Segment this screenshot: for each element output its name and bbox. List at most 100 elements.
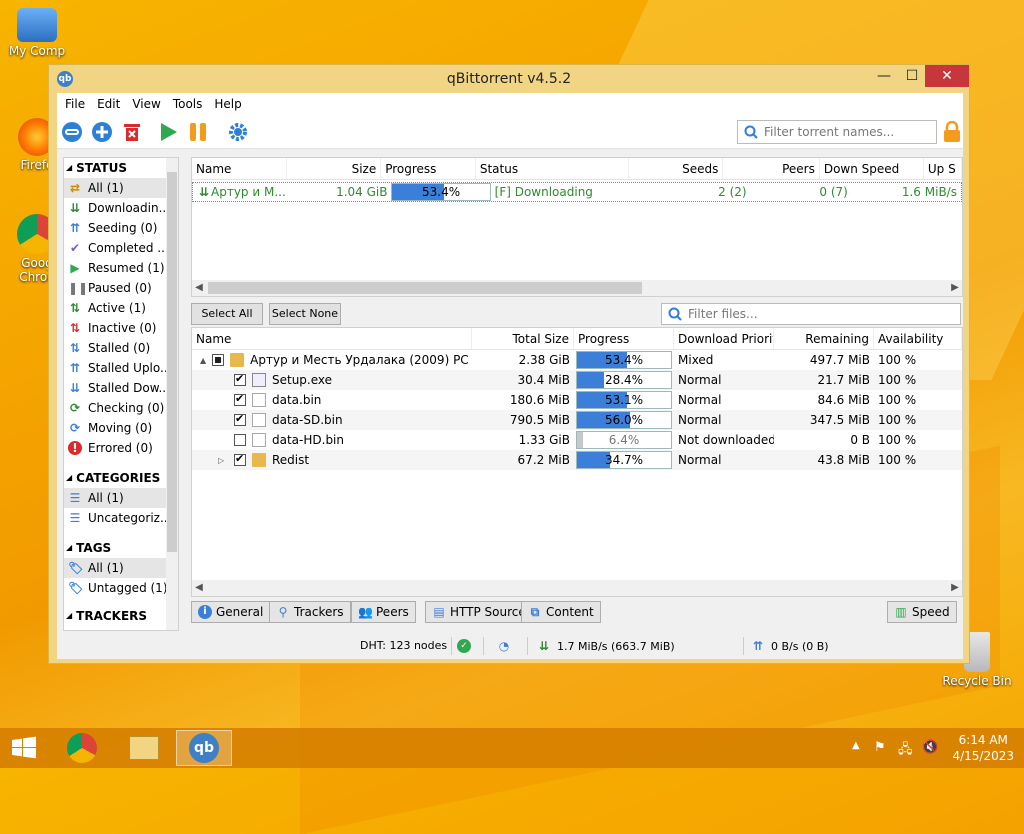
trackers-section-header[interactable]: ◢ TRACKERS bbox=[64, 606, 178, 626]
file-row[interactable]: data-HD.bin 1.33 GiB 6.4% Not downloaded 0 B… bbox=[192, 430, 962, 450]
file-checkbox[interactable] bbox=[212, 354, 225, 366]
col-file-name[interactable]: Name bbox=[192, 328, 472, 349]
close-button[interactable]: ✕ bbox=[925, 65, 969, 87]
status-inactive[interactable]: ⇅ Inactive (0) bbox=[64, 318, 168, 338]
col-remaining[interactable]: Remaining bbox=[774, 328, 874, 349]
desktop-icon-my-computer[interactable]: My Comp bbox=[2, 8, 72, 58]
status-all[interactable]: ⇄ All (1) bbox=[64, 178, 168, 198]
category-all[interactable]: ☰ All (1) bbox=[64, 488, 168, 508]
expand-toggle-icon[interactable]: ▲ bbox=[200, 356, 206, 365]
status-resumed[interactable]: ▶ Resumed (1) bbox=[64, 258, 168, 278]
file-row[interactable]: data-SD.bin 790.5 MiB 56.0%Normal 347.5 MiB… bbox=[192, 410, 962, 430]
menu-tools[interactable]: Tools bbox=[167, 97, 209, 111]
torrent-list-hscrollbar[interactable]: ◀ ▶ bbox=[192, 280, 962, 296]
volume-muted-icon[interactable]: 🔇 bbox=[922, 740, 938, 755]
scroll-right-icon[interactable]: ▶ bbox=[948, 280, 962, 296]
status-downloading[interactable]: ⇊ Downloadin... bbox=[64, 198, 168, 218]
torrent-row[interactable]: ⇊ Артур и М... 1.04 GiB 53.4% [F] Downloa… bbox=[192, 182, 962, 202]
status-stalled-uploading[interactable]: ⇈ Stalled Uplo... bbox=[64, 358, 168, 378]
network-icon[interactable]: 🖧 bbox=[898, 740, 913, 762]
status-stalled-downloading[interactable]: ⇊ Stalled Dow... bbox=[64, 378, 168, 398]
status-paused[interactable]: ❚❚ Paused (0) bbox=[64, 278, 168, 298]
status-stalled[interactable]: ⇅ Stalled (0) bbox=[64, 338, 168, 358]
action-center-flag-icon[interactable]: ⚑ bbox=[874, 740, 886, 755]
select-all-button[interactable]: Select All bbox=[191, 303, 263, 325]
col-total-size[interactable]: Total Size bbox=[472, 328, 574, 349]
pause-icon[interactable] bbox=[187, 121, 209, 143]
category-uncategorized[interactable]: ☰ Uncategoriz... bbox=[64, 508, 168, 528]
file-row[interactable]: ▷ Redist 67.2 MiB 34.7%Normal 43.8 MiB 100 % bbox=[192, 450, 962, 470]
gear-icon[interactable] bbox=[227, 121, 249, 143]
tab-trackers[interactable]: ⚲ Trackers bbox=[269, 601, 351, 623]
status-errored[interactable]: ! Errored (0) bbox=[64, 438, 168, 458]
tab-content[interactable]: ⧉ Content bbox=[521, 601, 601, 623]
title-bar[interactable]: qb qBittorrent v4.5.2 — ☐ ✕ bbox=[49, 65, 969, 93]
file-priority[interactable]: Normal bbox=[674, 393, 774, 407]
col-size[interactable]: Size bbox=[287, 158, 382, 179]
menu-edit[interactable]: Edit bbox=[91, 97, 126, 111]
tab-general[interactable]: i General bbox=[191, 601, 271, 623]
status-completed[interactable]: ✔ Completed ... bbox=[64, 238, 168, 258]
file-row[interactable]: Setup.exe 30.4 MiB 28.4%Normal 21.7 MiB 100 … bbox=[192, 370, 962, 390]
status-section-header[interactable]: ◢ STATUS bbox=[64, 158, 178, 178]
file-priority[interactable]: Normal bbox=[674, 373, 774, 387]
col-progress[interactable]: Progress bbox=[381, 158, 476, 179]
col-name[interactable]: Name bbox=[192, 158, 287, 179]
file-priority[interactable]: Mixed bbox=[674, 353, 774, 367]
tab-peers[interactable]: 👥 Peers bbox=[351, 601, 416, 623]
col-availability[interactable]: Availability bbox=[874, 328, 962, 349]
col-down-speed[interactable]: Down Speed bbox=[820, 158, 924, 179]
menu-help[interactable]: Help bbox=[208, 97, 247, 111]
file-priority[interactable]: Normal bbox=[674, 453, 774, 467]
taskbar-file-explorer[interactable] bbox=[116, 730, 172, 766]
col-up-speed[interactable]: Up S bbox=[924, 158, 962, 179]
tags-section-header[interactable]: ◢ TAGS bbox=[64, 538, 178, 558]
file-row[interactable]: data.bin 180.6 MiB 53.1%Normal 84.6 MiB 100 … bbox=[192, 390, 962, 410]
sidebar-scroll-thumb[interactable] bbox=[167, 172, 177, 552]
taskbar-qbittorrent[interactable]: qb bbox=[176, 730, 232, 766]
col-peers[interactable]: Peers bbox=[723, 158, 820, 179]
delete-icon[interactable] bbox=[121, 121, 143, 143]
status-active[interactable]: ⇅ Active (1) bbox=[64, 298, 168, 318]
status-checking[interactable]: ⟳ Checking (0) bbox=[64, 398, 168, 418]
tray-expand-icon[interactable]: ▲ bbox=[852, 740, 860, 751]
sidebar-scrollbar[interactable] bbox=[166, 158, 178, 630]
file-checkbox[interactable] bbox=[234, 373, 246, 386]
scroll-right-icon[interactable]: ▶ bbox=[948, 580, 962, 596]
col-file-progress[interactable]: Progress bbox=[574, 328, 674, 349]
tray-clock[interactable]: 6:14 AM 4/15/2023 bbox=[952, 732, 1014, 764]
col-download-priority[interactable]: Download Priority bbox=[674, 328, 774, 349]
col-seeds[interactable]: Seeds bbox=[629, 158, 724, 179]
tag-all[interactable]: 🏷 All (1) bbox=[64, 558, 168, 578]
alt-speed-toggle[interactable]: ◔ bbox=[497, 639, 511, 653]
file-checkbox[interactable] bbox=[234, 413, 246, 426]
file-priority[interactable]: Not downloaded bbox=[674, 433, 774, 447]
taskbar-chrome[interactable] bbox=[54, 730, 110, 766]
windows-start-icon[interactable] bbox=[0, 730, 48, 766]
tab-speed[interactable]: ▥ Speed bbox=[887, 601, 957, 623]
status-seeding[interactable]: ⇈ Seeding (0) bbox=[64, 218, 168, 238]
add-link-icon[interactable] bbox=[61, 121, 83, 143]
maximize-button[interactable]: ☐ bbox=[897, 65, 927, 87]
file-list-hscrollbar[interactable]: ◀ ▶ bbox=[192, 580, 962, 596]
status-moving[interactable]: ⟳ Moving (0) bbox=[64, 418, 168, 438]
scroll-left-icon[interactable]: ◀ bbox=[192, 580, 206, 596]
menu-file[interactable]: File bbox=[59, 97, 91, 111]
menu-view[interactable]: View bbox=[126, 97, 166, 111]
expand-toggle-icon[interactable]: ▷ bbox=[218, 456, 228, 465]
add-torrent-icon[interactable] bbox=[91, 121, 113, 143]
lock-icon[interactable] bbox=[943, 121, 961, 143]
tag-untagged[interactable]: 🏷 Untagged (1) bbox=[64, 578, 168, 598]
select-none-button[interactable]: Select None bbox=[269, 303, 341, 325]
minimize-button[interactable]: — bbox=[869, 65, 899, 87]
filter-files-input[interactable]: Filter files... bbox=[661, 303, 961, 325]
file-priority[interactable]: Normal bbox=[674, 413, 774, 427]
scroll-thumb[interactable] bbox=[208, 282, 642, 294]
file-row[interactable]: ▲ Артур и Месть Урдалака (2009) PC R... 2.… bbox=[192, 350, 962, 370]
col-status[interactable]: Status bbox=[476, 158, 629, 179]
file-checkbox[interactable] bbox=[234, 393, 246, 406]
upload-speed-status[interactable]: ⇈ 0 B/s (0 B) bbox=[751, 639, 829, 653]
categories-section-header[interactable]: ◢ CATEGORIES bbox=[64, 468, 178, 488]
search-input[interactable]: Filter torrent names... bbox=[737, 120, 937, 144]
download-speed-status[interactable]: ⇊ 1.7 MiB/s (663.7 MiB) bbox=[537, 639, 675, 653]
